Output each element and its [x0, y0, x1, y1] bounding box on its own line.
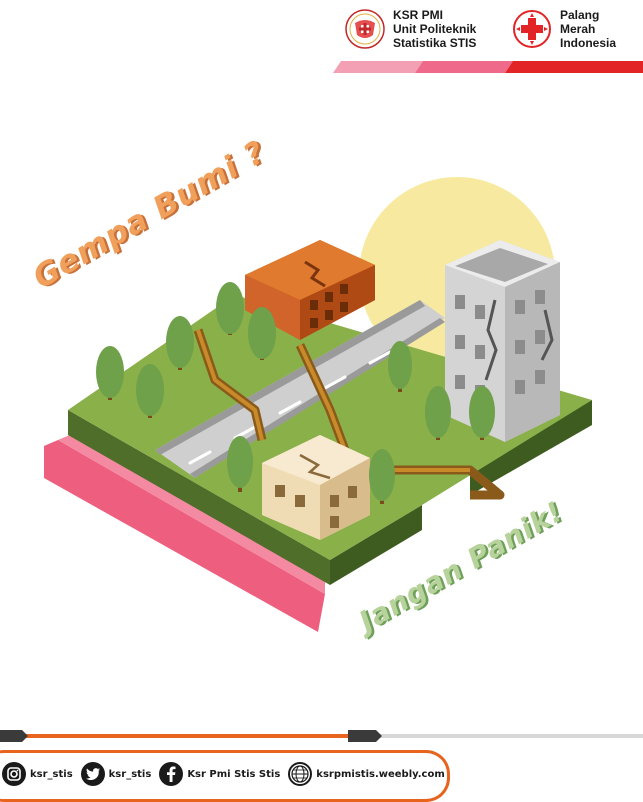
instagram-link[interactable]: ksr_stis — [2, 762, 73, 786]
website-link[interactable]: ksrpmistis.weebly.com — [288, 762, 445, 786]
pmi-line-3: Indonesia — [560, 36, 617, 50]
pmi-line-1: Palang — [560, 8, 600, 22]
ksr-org-name: KSR PMI Unit Politeknik Statistika STIS — [393, 8, 476, 50]
ksr-logo-block: KSR PMI Unit Politeknik Statistika STIS — [345, 8, 476, 50]
facebook-link[interactable]: Ksr Pmi Stis Stis — [159, 762, 280, 786]
ksr-line-1: KSR PMI — [393, 8, 444, 22]
red-cross-icon — [513, 10, 551, 48]
instagram-icon — [2, 762, 26, 786]
twitter-handle: ksr_stis — [108, 768, 152, 780]
twitter-link[interactable]: ksr_stis — [80, 762, 152, 786]
footer-social-links: ksr_stis ksr_stis Ksr Pmi Stis Stis ksrp… — [2, 762, 453, 786]
grey-tower — [445, 240, 560, 442]
pmi-logo-block: Palang Merah Indonesia — [512, 8, 616, 50]
header: KSR PMI Unit Politeknik Statistika STIS … — [0, 0, 643, 75]
pmi-line-2: Merah — [560, 22, 596, 36]
instagram-handle: ksr_stis — [30, 768, 73, 780]
footer-divider — [0, 730, 643, 742]
header-stripe — [333, 61, 643, 73]
website-url: ksrpmistis.weebly.com — [316, 768, 445, 780]
globe-icon — [288, 762, 313, 786]
ksr-emblem-icon — [345, 9, 385, 49]
facebook-name: Ksr Pmi Stis Stis — [187, 768, 281, 780]
ksr-line-3: Statistika STIS — [393, 36, 477, 50]
pmi-org-name: Palang Merah Indonesia — [560, 8, 616, 50]
ksr-line-2: Unit Politeknik — [393, 22, 477, 36]
facebook-icon — [159, 762, 184, 786]
twitter-icon — [80, 762, 105, 786]
